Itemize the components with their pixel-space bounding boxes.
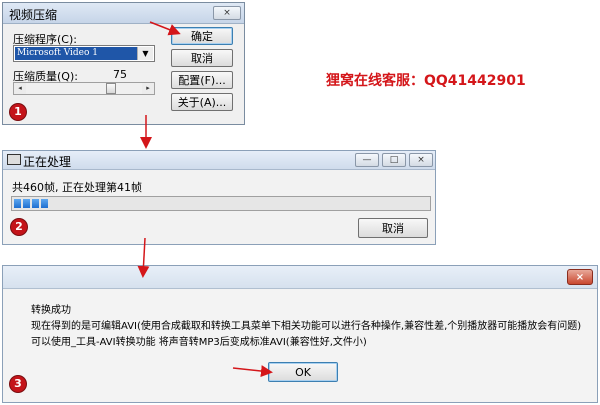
slider-thumb[interactable] (106, 83, 116, 94)
progress-segment (32, 199, 39, 208)
close-icon[interactable]: × (409, 153, 433, 167)
cancel-button[interactable]: 取消 (358, 218, 428, 238)
scroll-left-icon[interactable]: ◂ (14, 83, 26, 94)
message-title: 转换成功 (31, 305, 71, 316)
message-body-2: 可以使用_工具-AVI转换功能 将声音转MP3后变成标准AVI(兼容性好,文件小… (31, 337, 367, 348)
processing-dialog: 正在处理 — □ × 共460帧, 正在处理第41帧 取消 2 (2, 150, 436, 245)
dialog-title: 正在处理 (23, 155, 72, 169)
minimize-icon[interactable]: — (355, 153, 379, 167)
step-badge-2: 2 (11, 219, 27, 235)
progress-fill (14, 199, 48, 208)
progress-segment (14, 199, 21, 208)
titlebar: × (3, 266, 597, 289)
dialog-title: 视频压缩 (9, 8, 58, 22)
compressor-select[interactable]: Microsoft Video 1 ▼ (13, 45, 155, 62)
result-dialog: × 转换成功 现在得到的是可编辑AVI(使用合成截取和转换工具菜单下相关功能可以… (2, 265, 598, 403)
cancel-button[interactable]: 取消 (171, 49, 233, 67)
film-icon (7, 154, 21, 165)
close-icon[interactable]: × (213, 6, 241, 20)
progress-segment (41, 199, 48, 208)
step-badge-1: 1 (10, 104, 26, 120)
step-badge-3: 3 (10, 376, 26, 392)
progress-bar (11, 196, 431, 211)
ok-button[interactable]: 确定 (171, 27, 233, 45)
maximize-icon[interactable]: □ (382, 153, 406, 167)
ok-button[interactable]: OK (268, 362, 338, 382)
chevron-down-icon[interactable]: ▼ (137, 47, 153, 60)
message-body-1: 现在得到的是可编辑AVI(使用合成截取和转换工具菜单下相关功能可以进行各种操作,… (31, 321, 582, 332)
about-button[interactable]: 关于(A)... (171, 93, 233, 111)
progress-segment (23, 199, 30, 208)
titlebar: 视频压缩 × (3, 3, 244, 24)
close-icon[interactable]: × (567, 269, 593, 285)
quality-value: 75 (113, 68, 127, 81)
quality-slider[interactable]: ◂ ▸ (13, 82, 155, 95)
progress-status: 共460帧, 正在处理第41帧 (12, 181, 142, 194)
configure-button[interactable]: 配置(F)... (171, 71, 233, 89)
support-contact-note: 狸窝在线客服：QQ41442901 (326, 73, 526, 89)
compression-dialog: 视频压缩 × 压缩程序(C): Microsoft Video 1 ▼ 压缩质量… (2, 2, 245, 125)
compressor-value: Microsoft Video 1 (15, 47, 137, 60)
titlebar: 正在处理 — □ × (3, 151, 435, 170)
scroll-right-icon[interactable]: ▸ (142, 83, 154, 94)
